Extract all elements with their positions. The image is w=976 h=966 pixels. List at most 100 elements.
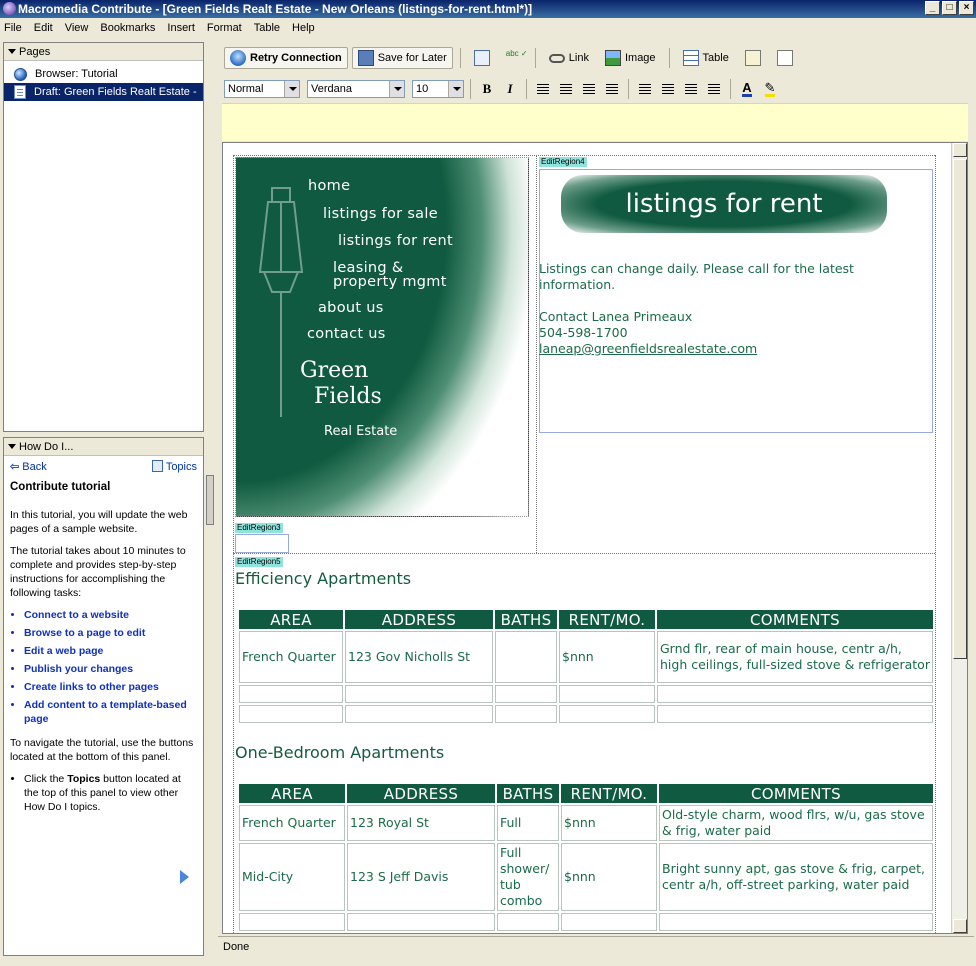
- table-cell[interactable]: $nnn: [561, 805, 657, 841]
- insert-document-button[interactable]: [739, 47, 767, 69]
- table-cell[interactable]: [659, 913, 933, 931]
- table-cell[interactable]: $nnn: [559, 631, 655, 683]
- align-left-button[interactable]: [533, 79, 553, 99]
- pages-panel-header[interactable]: Pages: [4, 43, 203, 61]
- nav-link-listings-for-rent[interactable]: listings for rent: [338, 233, 453, 249]
- page-item-browser[interactable]: Browser: Tutorial: [4, 65, 203, 83]
- close-button[interactable]: ×: [959, 1, 974, 15]
- scrollbar-thumb[interactable]: [953, 159, 967, 659]
- table-cell[interactable]: [561, 913, 657, 931]
- menu-format[interactable]: Format: [207, 22, 249, 34]
- insert-document-icon: [744, 50, 761, 66]
- justify-button[interactable]: [602, 79, 622, 99]
- table-cell[interactable]: [345, 705, 493, 723]
- edit-region-3[interactable]: [235, 534, 289, 553]
- nav-link-listings-for-sale[interactable]: listings for sale: [323, 206, 438, 222]
- maximize-button[interactable]: □: [942, 1, 957, 15]
- table-cell[interactable]: [495, 705, 557, 723]
- page-properties-icon: [473, 50, 490, 66]
- table-cell[interactable]: [347, 913, 495, 931]
- task-link-template[interactable]: Add content to a template-based page: [24, 698, 197, 726]
- listings-for-rent-banner: listings for rent: [561, 175, 887, 233]
- minimize-button[interactable]: _: [925, 1, 940, 15]
- table-cell[interactable]: [239, 685, 343, 703]
- new-page-button[interactable]: [771, 47, 799, 69]
- menu-edit[interactable]: Edit: [34, 22, 60, 34]
- spell-check-button[interactable]: abc ✓: [500, 47, 528, 69]
- table-cell[interactable]: [239, 913, 345, 931]
- table-cell[interactable]: French Quarter: [239, 805, 345, 841]
- table-cell[interactable]: 123 Royal St: [347, 805, 495, 841]
- align-right-button[interactable]: [579, 79, 599, 99]
- menu-view[interactable]: View: [65, 22, 96, 34]
- highlight-color-button[interactable]: ✎: [760, 79, 780, 99]
- nav-link-property-mgmt[interactable]: property mgmt: [333, 274, 447, 290]
- table-cell[interactable]: [239, 705, 343, 723]
- task-link-edit[interactable]: Edit a web page: [24, 644, 197, 658]
- table-cell[interactable]: [559, 685, 655, 703]
- topics-button[interactable]: Topics: [151, 459, 197, 473]
- edit-region-3-label: EditRegion3: [235, 523, 283, 533]
- font-size-select[interactable]: 10: [412, 80, 464, 98]
- nav-link-about-us[interactable]: about us: [318, 300, 384, 316]
- table-cell[interactable]: [657, 705, 933, 723]
- table-cell[interactable]: Grnd flr, rear of main house, centr a/h,…: [657, 631, 933, 683]
- menu-bookmarks[interactable]: Bookmarks: [100, 22, 162, 34]
- task-link-create-links[interactable]: Create links to other pages: [24, 680, 197, 694]
- howto-panel-header[interactable]: How Do I...: [4, 438, 203, 456]
- bulleted-list-button[interactable]: [658, 79, 678, 99]
- menu-insert[interactable]: Insert: [167, 22, 202, 34]
- task-link-connect[interactable]: Connect to a website: [24, 608, 197, 622]
- save-for-later-button[interactable]: Save for Later: [351, 47, 453, 69]
- insert-table-button[interactable]: Table: [677, 47, 735, 69]
- back-button[interactable]: ⇦ Back: [10, 460, 47, 473]
- scroll-up-arrow-icon[interactable]: [953, 143, 967, 157]
- menu-help[interactable]: Help: [292, 22, 322, 34]
- table-cell[interactable]: Bright sunny apt, gas stove & frig, carp…: [659, 843, 933, 911]
- panel-splitter-handle[interactable]: [206, 475, 214, 525]
- image-icon: [604, 50, 621, 66]
- task-link-browse[interactable]: Browse to a page to edit: [24, 626, 197, 640]
- nav-link-contact-us[interactable]: contact us: [307, 326, 386, 342]
- table-cell[interactable]: [495, 685, 557, 703]
- table-cell[interactable]: [495, 631, 557, 683]
- align-center-button[interactable]: [556, 79, 576, 99]
- table-cell[interactable]: Old-style charm, wood flrs, w/u, gas sto…: [659, 805, 933, 841]
- outdent-button[interactable]: [681, 79, 701, 99]
- task-link-publish[interactable]: Publish your changes: [24, 662, 197, 676]
- bold-button[interactable]: B: [477, 79, 497, 99]
- page-item-draft[interactable]: Draft: Green Fields Realt Estate -: [4, 83, 203, 101]
- insert-image-button[interactable]: Image: [599, 47, 662, 69]
- table-cell[interactable]: Mid-City: [239, 843, 345, 911]
- insert-link-button[interactable]: Link: [543, 47, 595, 69]
- nav-link-home[interactable]: home: [308, 178, 350, 194]
- next-arrow-icon[interactable]: [180, 870, 189, 884]
- menu-file[interactable]: File: [4, 22, 29, 34]
- scroll-down-arrow-icon[interactable]: [953, 919, 967, 933]
- page-properties-button[interactable]: [468, 47, 496, 69]
- table-cell[interactable]: $nnn: [561, 843, 657, 911]
- table-cell[interactable]: Full: [497, 805, 559, 841]
- text-color-button[interactable]: A: [737, 79, 757, 99]
- menu-table[interactable]: Table: [254, 22, 287, 34]
- table-cell[interactable]: [559, 705, 655, 723]
- numbered-list-button[interactable]: [635, 79, 655, 99]
- contact-email-link[interactable]: laneap@greenfieldsrealestate.com: [539, 341, 929, 357]
- table-cell[interactable]: [657, 685, 933, 703]
- table-cell[interactable]: French Quarter: [239, 631, 343, 683]
- table-cell[interactable]: [497, 913, 559, 931]
- efficiency-listings-table: AREA ADDRESS BATHS RENT/MO. COMMENTS Fre…: [237, 608, 935, 725]
- italic-button[interactable]: I: [500, 79, 520, 99]
- table-cell[interactable]: 123 S Jeff Davis: [347, 843, 495, 911]
- vertical-scrollbar[interactable]: [951, 143, 967, 933]
- indent-button[interactable]: [704, 79, 724, 99]
- globe-icon: [14, 67, 27, 81]
- table-cell[interactable]: Full shower/ tub combo: [497, 843, 559, 911]
- retry-connection-button[interactable]: Retry Connection: [224, 47, 348, 69]
- logo-real-estate-text: Real Estate: [324, 424, 398, 439]
- table-cell[interactable]: 123 Gov Nicholls St: [345, 631, 493, 683]
- font-family-select[interactable]: Verdana: [307, 80, 405, 98]
- table-cell[interactable]: [345, 685, 493, 703]
- table-header-row: AREA ADDRESS BATHS RENT/MO. COMMENTS: [239, 610, 933, 629]
- paragraph-style-select[interactable]: Normal: [224, 80, 300, 98]
